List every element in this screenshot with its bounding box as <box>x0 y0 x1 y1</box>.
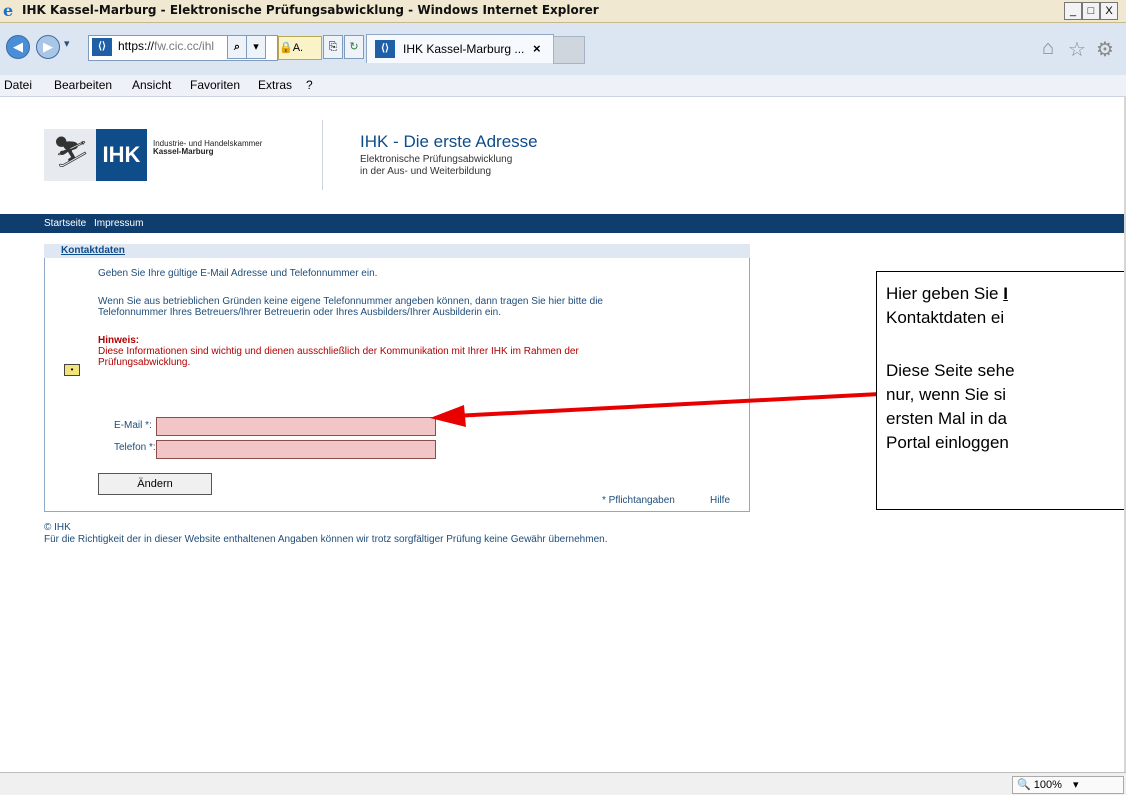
phone-field[interactable] <box>156 440 436 459</box>
zoom-dropdown-icon[interactable]: ▾ <box>1073 779 1079 791</box>
address-dropdown-icon[interactable]: ▾ <box>246 35 266 59</box>
url-text[interactable]: https://fw.cic.cc/ihl <box>118 39 214 53</box>
tab-title: IHK Kassel-Marburg ... <box>403 42 525 56</box>
arrow-shaft <box>453 392 881 418</box>
ihk-logo-graphic: ⛷ <box>44 129 96 181</box>
contact-form-header: Kontaktdaten <box>44 244 750 258</box>
site-favicon-icon: ⟨⟩ <box>92 38 112 56</box>
ie-logo-icon: e <box>3 1 14 20</box>
maximize-button[interactable]: □ <box>1082 2 1100 20</box>
minimize-button[interactable]: _ <box>1064 2 1082 20</box>
info-icon: • <box>64 364 80 376</box>
close-window-button[interactable]: X <box>1100 2 1118 20</box>
window-title-bar: e IHK Kassel-Marburg - Elektronische Prü… <box>0 0 1126 23</box>
back-button[interactable]: ◀ <box>6 35 30 59</box>
form-para1-line2: Telefonnummer Ihres Betreuers/Ihrer Betr… <box>98 307 501 318</box>
favorites-star-icon[interactable]: ☆ <box>1068 37 1086 62</box>
section-title: Kontaktdaten <box>61 245 125 256</box>
submit-button[interactable]: Ändern <box>98 473 212 495</box>
nav-link-impressum[interactable]: Impressum <box>94 218 143 229</box>
callout-line6: Portal einloggen <box>886 433 1009 452</box>
skier-logo-icon: ⛷ <box>52 136 91 169</box>
header-divider <box>322 120 323 190</box>
note-line1: Diese Informationen sind wichtig und die… <box>98 346 579 357</box>
callout-line1: Hier geben Sie I <box>886 284 1008 304</box>
search-icon[interactable]: ⌕ <box>227 35 247 59</box>
contact-form-box <box>44 244 750 512</box>
page-title: IHK - Die erste Adresse <box>360 132 538 151</box>
url-rest: fw.cic.cc/ihl <box>154 39 215 53</box>
menu-item-ansicht[interactable]: Ansicht <box>132 78 171 92</box>
callout-line1-prefix: Hier geben Sie <box>886 284 1004 303</box>
menu-item-datei[interactable]: Datei <box>4 78 32 92</box>
status-bar <box>0 772 1126 795</box>
note-title: Hinweis: <box>98 335 140 346</box>
refresh-icon[interactable]: ↻ <box>344 35 364 59</box>
ihk-logo-text: IHK <box>96 129 147 181</box>
history-dropdown-icon[interactable]: ▾ <box>64 37 70 50</box>
email-label: E-Mail *: <box>114 420 152 431</box>
tab-close-icon[interactable]: × <box>533 41 541 56</box>
arrow-head <box>430 405 466 427</box>
callout-line3: Diese Seite sehe <box>886 361 1015 380</box>
callout-line5: ersten Mal in da <box>886 409 1007 428</box>
callout-line2: Kontaktdaten ei <box>886 308 1005 327</box>
footer-disclaimer: Für die Richtigkeit der in dieser Websit… <box>44 534 608 545</box>
nav-link-startseite[interactable]: Startseite <box>44 218 86 229</box>
lock-label: A. <box>292 42 304 54</box>
new-tab-button[interactable] <box>553 36 585 64</box>
annotation-arrow <box>430 392 881 427</box>
org-name-line2: Kassel-Marburg <box>153 147 214 156</box>
phone-label: Telefon *: <box>114 442 156 453</box>
settings-gear-icon[interactable]: ⚙ <box>1096 37 1114 62</box>
form-intro-text: Geben Sie Ihre gültige E-Mail Adresse un… <box>98 268 378 279</box>
security-lock-badge[interactable]: 🔒A. <box>278 36 322 60</box>
zoom-icon: 🔍 <box>1017 779 1031 791</box>
callout-line1-bold: I <box>1003 284 1008 303</box>
menu-bar: Datei Bearbeiten Ansicht Favoriten Extra… <box>0 75 1126 97</box>
form-para1-line1: Wenn Sie aus betrieblichen Gründen keine… <box>98 296 603 307</box>
menu-item-extras[interactable]: Extras <box>258 78 292 92</box>
lock-icon: 🔒 <box>279 42 293 54</box>
browser-tab[interactable]: ⟨⟩ IHK Kassel-Marburg ... × <box>366 34 554 63</box>
window-title: IHK Kassel-Marburg - Elektronische Prüfu… <box>22 3 599 17</box>
help-link[interactable]: Hilfe <box>710 495 730 506</box>
annotation-callout: Hier geben Sie I Kontaktdaten ei Diese S… <box>876 271 1126 510</box>
url-prefix: https:// <box>118 39 155 53</box>
compatibility-icon[interactable]: ⎘ <box>323 35 343 59</box>
zoom-control[interactable]: 🔍 100% ▾ <box>1012 776 1124 794</box>
callout-line4: nur, wenn Sie si <box>886 385 1007 404</box>
home-icon[interactable]: ⌂ <box>1042 37 1054 60</box>
required-note: * Pflichtangaben <box>602 495 675 506</box>
site-nav-bar: Startseite Impressum <box>0 214 1126 233</box>
menu-item-help[interactable]: ? <box>306 78 313 92</box>
menu-item-favoriten[interactable]: Favoriten <box>190 78 240 92</box>
page-subtitle-line1: Elektronische Prüfungsabwicklung <box>360 154 513 165</box>
zoom-level: 100% <box>1033 779 1062 791</box>
page-subtitle-line2: in der Aus- und Weiterbildung <box>360 166 492 177</box>
tab-favicon-icon: ⟨⟩ <box>375 40 395 58</box>
email-field[interactable] <box>156 417 436 436</box>
note-line2: Prüfungsabwicklung. <box>98 357 191 368</box>
footer-copyright: © IHK <box>44 522 71 533</box>
menu-item-bearbeiten[interactable]: Bearbeiten <box>54 78 112 92</box>
forward-button[interactable]: ▶ <box>36 35 60 59</box>
